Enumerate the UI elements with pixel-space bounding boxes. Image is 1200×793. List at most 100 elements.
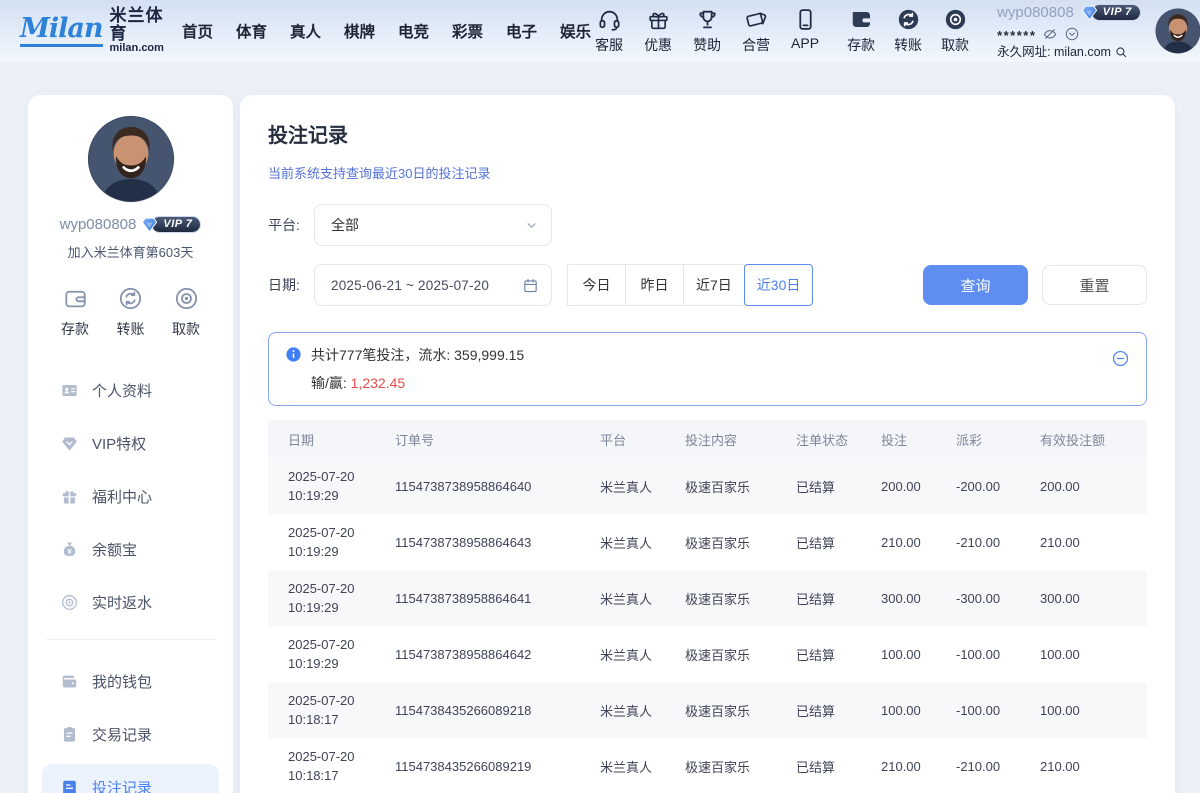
cell-status: 已结算 — [796, 477, 881, 496]
balance-mask: ****** — [997, 25, 1036, 42]
sidebar-menu-label: 余额宝 — [92, 539, 137, 560]
sidebar-menu-item[interactable]: 交易记录 — [42, 711, 219, 757]
navbar-wallet-item[interactable]: 存款 — [843, 7, 879, 55]
vip-gem-icon — [1080, 3, 1099, 22]
sidebar-menu-label: 我的钱包 — [92, 671, 152, 692]
main-nav: 首页 体育 真人 棋牌 电竞 彩票 电子 娱乐 — [182, 20, 591, 42]
cell-order-number: 1154738738958864643 — [395, 535, 600, 550]
cell-order-number: 1154738435266089219 — [395, 759, 600, 774]
cell-payout: -210.00 — [956, 759, 1040, 774]
search-button[interactable]: 查询 — [923, 265, 1028, 305]
deposit-dark-icon — [849, 7, 874, 32]
navbar-icon-label: 客服 — [595, 35, 623, 55]
page-title: 投注记录 — [268, 119, 1147, 148]
cell-bet-content: 极速百家乐 — [685, 533, 796, 552]
site-logo[interactable]: Milan 米兰体育 milan.com — [20, 7, 164, 54]
minus-circle-icon[interactable] — [1111, 349, 1130, 368]
quick-action-item[interactable]: 转账 — [106, 285, 156, 339]
sidebar-menu-item[interactable]: 余额宝 — [42, 526, 219, 572]
cell-order-number: 1154738435266089218 — [395, 703, 600, 718]
wallet-icon — [60, 672, 79, 691]
cell-status: 已结算 — [796, 533, 881, 552]
quick-range-button[interactable]: 今日 — [567, 264, 626, 306]
sidebar-menu-item[interactable]: 个人资料 — [42, 367, 219, 413]
avatar[interactable] — [87, 115, 175, 203]
sidebar-menu-label: 个人资料 — [92, 380, 152, 401]
nav-link[interactable]: 真人 — [290, 20, 321, 42]
eye-off-icon[interactable] — [1042, 26, 1058, 42]
cell-order-number: 1154738738958864642 — [395, 647, 600, 662]
cell-status: 已结算 — [796, 757, 881, 776]
date-label: 日期: — [268, 275, 314, 295]
table-header-cell: 有效投注额 — [1040, 430, 1147, 449]
cell-valid-amount: 300.00 — [1040, 591, 1147, 606]
cell-bet-content: 极速百家乐 — [685, 757, 796, 776]
idcard-icon — [60, 381, 79, 400]
nav-link[interactable]: 娱乐 — [560, 20, 591, 42]
platform-select[interactable]: 全部 — [314, 204, 552, 246]
cell-date: 2025-07-20 10:18:17 — [288, 747, 395, 786]
table-body: 2025-07-20 10:19:29 1154738738958864640 … — [268, 458, 1147, 793]
navbar-icon-item[interactable]: APP — [787, 7, 823, 55]
navbar-wallet-items: 存款 转账 取款 — [843, 7, 973, 55]
cell-valid-amount: 200.00 — [1040, 479, 1147, 494]
quick-range-button[interactable]: 昨日 — [625, 264, 684, 306]
cell-valid-amount: 210.00 — [1040, 759, 1147, 774]
avatar-photo — [87, 115, 175, 203]
sidebar-menu-item[interactable]: 福利中心 — [42, 473, 219, 519]
navbar-icon-label: 优惠 — [644, 35, 672, 55]
quick-range-button[interactable]: 近7日 — [683, 264, 745, 306]
nav-link[interactable]: 棋牌 — [344, 20, 375, 42]
cell-platform: 米兰真人 — [600, 757, 685, 776]
navbar-icon-item[interactable]: 合营 — [738, 7, 774, 55]
navbar-wallet-label: 存款 — [847, 35, 875, 55]
cell-date: 2025-07-20 10:19:29 — [288, 467, 395, 506]
sidebar-menu-item[interactable]: 实时返水 — [42, 579, 219, 625]
cell-date: 2025-07-20 10:19:29 — [288, 635, 395, 674]
cell-bet-content: 极速百家乐 — [685, 477, 796, 496]
navbar-icon-item[interactable]: 赞助 — [689, 7, 725, 55]
chevron-circle-icon[interactable] — [1064, 26, 1080, 42]
quick-action-item[interactable]: 存款 — [50, 285, 100, 339]
table-header-cell: 投注 — [881, 430, 956, 449]
sidebar-menu-item[interactable]: VIP特权 — [42, 420, 219, 466]
trophy-icon — [695, 7, 720, 32]
cell-bet-content: 极速百家乐 — [685, 589, 796, 608]
nav-link[interactable]: 电竞 — [398, 20, 429, 42]
navbar-icon-item[interactable]: 优惠 — [640, 7, 676, 55]
sidebar-menu-item[interactable]: 我的钱包 — [42, 658, 219, 704]
vip-gem-icon — [140, 215, 159, 234]
vip-badge: VIP 7 — [140, 215, 201, 234]
cell-valid-amount: 210.00 — [1040, 535, 1147, 550]
nav-link[interactable]: 彩票 — [452, 20, 483, 42]
quick-action-label: 存款 — [61, 319, 89, 339]
sidebar-menu-item[interactable]: 投注记录 — [42, 764, 219, 793]
quick-range-button[interactable]: 近30日 — [744, 264, 814, 306]
cell-payout: -100.00 — [956, 703, 1040, 718]
quick-action-item[interactable]: 取款 — [161, 285, 211, 339]
navbar-wallet-item[interactable]: 转账 — [890, 7, 926, 55]
navbar-icon-label: 合营 — [742, 35, 770, 55]
gift-icon — [646, 7, 671, 32]
nav-link[interactable]: 首页 — [182, 20, 213, 42]
sidebar-menu-group-1: 个人资料 VIP特权 福利中心 余额宝 实时返水 — [42, 367, 219, 625]
page-subtitle: 当前系统支持查询最近30日的投注记录 — [268, 163, 1147, 182]
cell-bet-content: 极速百家乐 — [685, 645, 796, 664]
cell-order-number: 1154738738958864641 — [395, 591, 600, 606]
reset-button[interactable]: 重置 — [1042, 265, 1147, 305]
table-header-cell: 投注内容 — [685, 430, 796, 449]
navbar-icon-item[interactable]: 客服 — [591, 7, 627, 55]
avatar[interactable] — [1155, 8, 1200, 54]
cell-status: 已结算 — [796, 645, 881, 664]
calendar-icon — [522, 277, 539, 294]
navbar-icon-label: 赞助 — [693, 35, 721, 55]
search-icon[interactable] — [1114, 45, 1128, 59]
table-row: 2025-07-20 10:19:29 1154738738958864641 … — [268, 570, 1147, 626]
summary-banner: 共计777笔投注，流水: 359,999.15 输/赢: 1,232.45 — [268, 332, 1147, 406]
loss-win-value: 1,232.45 — [351, 375, 406, 391]
moneybag-icon — [60, 540, 79, 559]
navbar-wallet-item[interactable]: 取款 — [937, 7, 973, 55]
date-range-input[interactable]: 2025-06-21 ~ 2025-07-20 — [314, 264, 552, 306]
nav-link[interactable]: 电子 — [506, 20, 537, 42]
nav-link[interactable]: 体育 — [236, 20, 267, 42]
